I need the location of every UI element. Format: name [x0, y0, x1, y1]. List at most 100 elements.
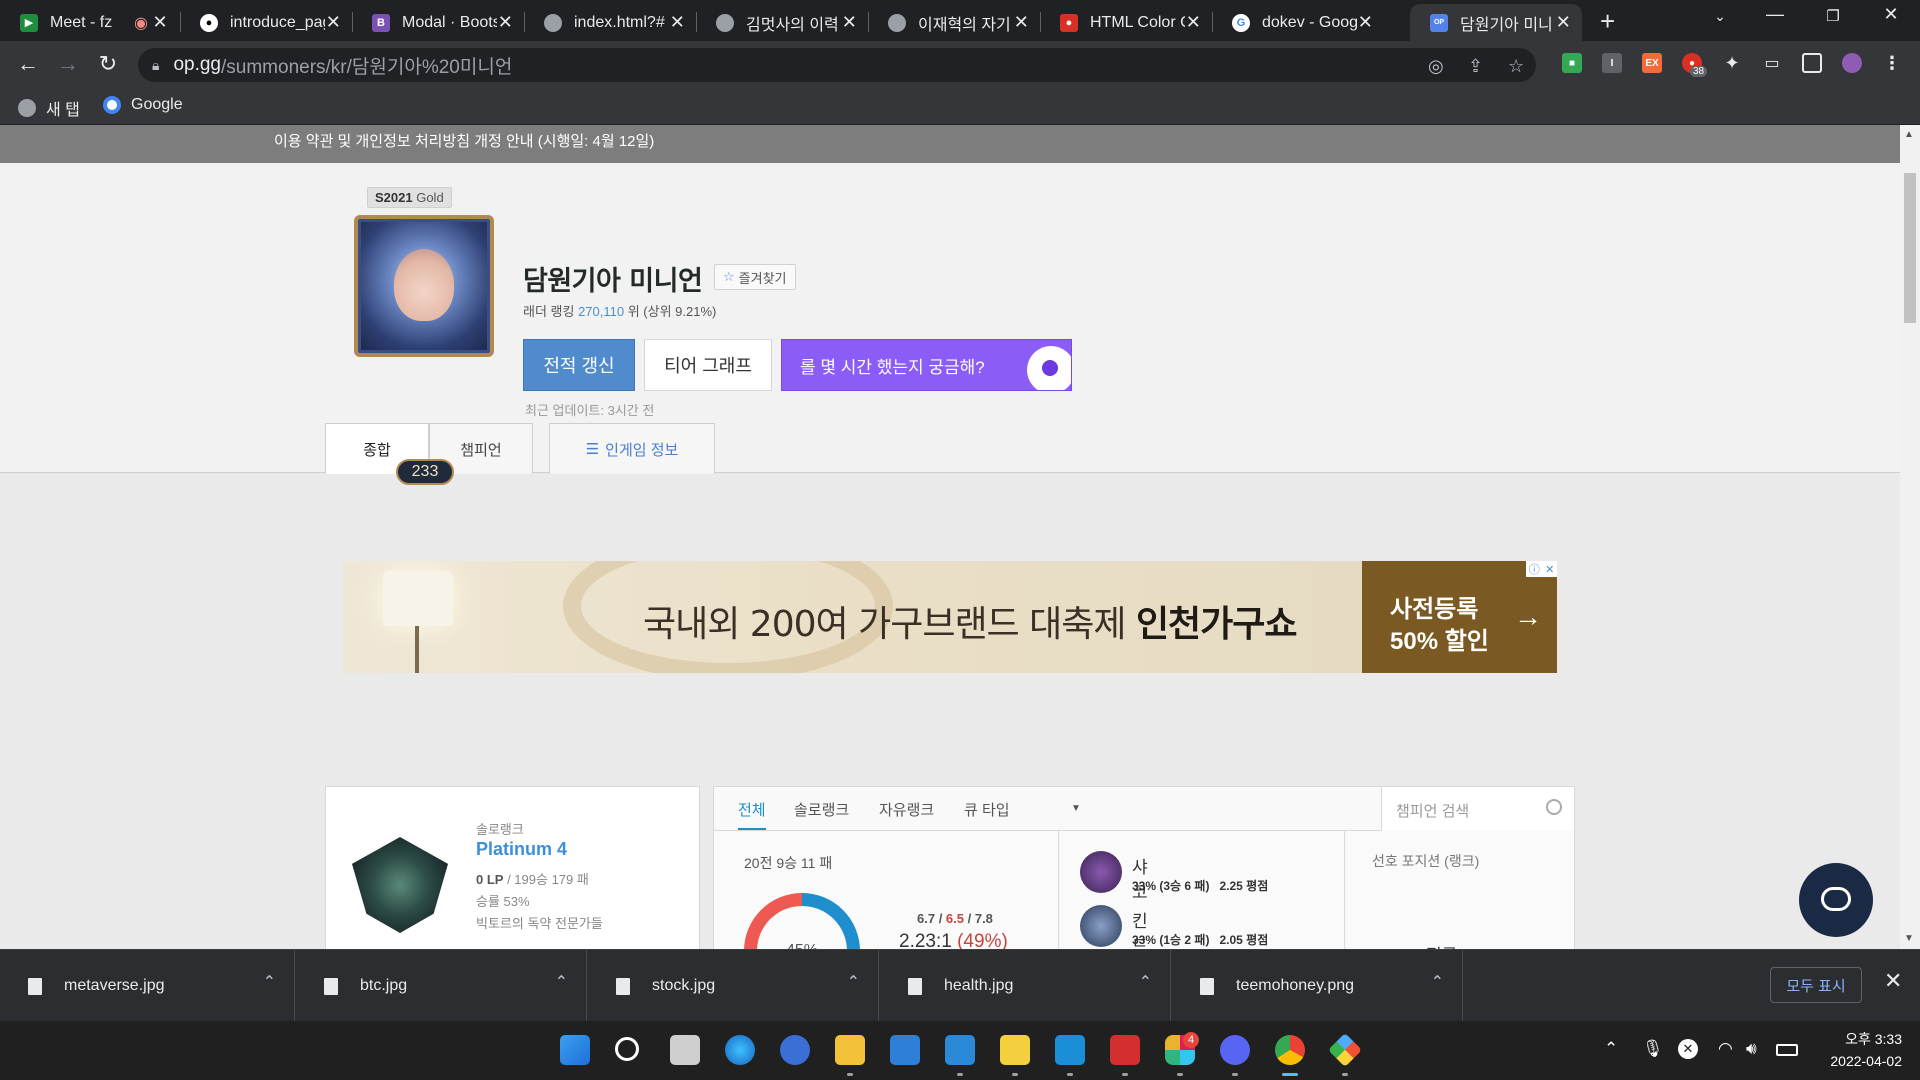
sticky-notes-icon[interactable]: [1000, 1035, 1030, 1065]
close-tab-icon[interactable]: ✕: [150, 12, 170, 33]
browser-tab[interactable]: 김멋사의 이력 ✕: [696, 4, 868, 41]
chevron-up-icon[interactable]: ⌃: [1139, 972, 1152, 992]
browser-tab[interactable]: index.html?# ✕: [524, 4, 696, 41]
bookmark-star-icon[interactable]: ☆: [1508, 56, 1524, 77]
windows-start-icon[interactable]: [560, 1035, 590, 1065]
discord-icon[interactable]: [1220, 1035, 1250, 1065]
solo-rank-card: 솔로랭크 Platinum 4 0 LP / 199승 179 패 승률 53%…: [325, 786, 700, 949]
acrobat-icon[interactable]: [1110, 1035, 1140, 1065]
side-panel-icon[interactable]: [1802, 53, 1822, 73]
browser-tab[interactable]: B Modal · Boots ✕: [352, 4, 524, 41]
chat-button[interactable]: [1799, 863, 1873, 937]
browser-tab[interactable]: ● introduce_pag ✕: [180, 4, 352, 41]
close-tab-icon[interactable]: ✕: [1185, 12, 1203, 33]
github-icon: ●: [200, 13, 218, 32]
battery-icon[interactable]: [1776, 1044, 1798, 1056]
tab-title: index.html?#: [574, 13, 665, 31]
volume-icon[interactable]: 🔊︎: [1746, 1039, 1757, 1059]
close-tab-icon[interactable]: ✕: [325, 12, 343, 33]
eye-off-icon[interactable]: ◎: [1428, 56, 1444, 77]
download-item[interactable]: teemohoney.png ⌃: [1172, 950, 1463, 1022]
close-circle-icon[interactable]: ✕: [1678, 1039, 1698, 1059]
back-icon[interactable]: ←: [14, 51, 42, 77]
ad-close-icon[interactable]: ✕: [1545, 563, 1554, 576]
champion-search-input[interactable]: 챔피언 검색: [1381, 787, 1574, 831]
profile-avatar-icon[interactable]: [1842, 53, 1862, 73]
tier-graph-button[interactable]: 티어 그래프: [644, 339, 772, 391]
puzzle-icon[interactable]: ✦: [1722, 53, 1742, 73]
ad-info-icon[interactable]: ⓘ: [1529, 561, 1540, 577]
tab-solo-rank[interactable]: 솔로랭크: [794, 799, 849, 820]
more-menu-icon[interactable]: ⋮: [1882, 53, 1902, 73]
wifi-icon[interactable]: ◠: [1718, 1039, 1733, 1059]
ad-cta[interactable]: 사전등록 50% 할인 →: [1362, 561, 1557, 673]
cast-icon[interactable]: ▭: [1762, 53, 1782, 73]
close-downloads-icon[interactable]: ✕: [1884, 968, 1902, 994]
close-tab-icon[interactable]: ✕: [497, 12, 515, 33]
chrome-icon[interactable]: [1275, 1035, 1305, 1065]
chevron-up-icon[interactable]: ⌃: [555, 972, 568, 992]
new-tab-icon[interactable]: +: [1600, 6, 1615, 37]
close-tab-icon[interactable]: ✕: [841, 12, 859, 33]
download-item[interactable]: metaverse.jpg ⌃: [0, 950, 295, 1022]
restore-icon[interactable]: ❐: [1818, 7, 1848, 25]
page-scrollbar[interactable]: ▲ ▼: [1900, 125, 1920, 949]
ladder-rank-value[interactable]: 270,110: [578, 304, 624, 319]
search-icon[interactable]: [615, 1037, 639, 1061]
scroll-thumb[interactable]: [1904, 173, 1916, 323]
download-item[interactable]: health.jpg ⌃: [880, 950, 1171, 1022]
playtime-promo-button[interactable]: 롤 몇 시간 했는지 궁금해?: [781, 339, 1072, 391]
browser-tab[interactable]: G dokev - Goog ✕: [1212, 4, 1384, 41]
bookmark-item[interactable]: Google: [103, 96, 183, 114]
edge-icon[interactable]: [725, 1035, 755, 1065]
extension-icon[interactable]: I: [1602, 53, 1622, 73]
favorite-button[interactable]: ☆ 즐겨찾기: [714, 264, 796, 290]
system-clock[interactable]: 오후 3:33 2022-04-02: [1818, 1028, 1902, 1072]
extension-icon[interactable]: EX: [1642, 53, 1662, 73]
bookmark-item[interactable]: 새 탭: [18, 96, 80, 120]
microphone-icon[interactable]: 🎙︎: [1642, 1039, 1664, 1059]
scroll-up-icon[interactable]: ▲: [1904, 129, 1914, 140]
refresh-button[interactable]: 전적 갱신: [523, 339, 635, 391]
queue-type-select[interactable]: 큐 타입: [964, 799, 1010, 820]
vscode-icon[interactable]: [945, 1035, 975, 1065]
store-icon[interactable]: [1055, 1035, 1085, 1065]
mail-icon[interactable]: [890, 1035, 920, 1065]
close-tab-icon[interactable]: ✕: [669, 12, 687, 33]
chevron-up-icon[interactable]: ⌃: [263, 972, 276, 992]
app-icon[interactable]: [780, 1035, 810, 1065]
close-tab-icon[interactable]: ✕: [1357, 12, 1375, 33]
minimize-icon[interactable]: —: [1760, 4, 1790, 25]
git-icon[interactable]: [1328, 1033, 1362, 1067]
tab-all[interactable]: 전체: [738, 799, 766, 830]
tab-ingame[interactable]: ☰ 인게임 정보: [549, 423, 715, 474]
file-explorer-icon[interactable]: [835, 1035, 865, 1065]
ad-banner[interactable]: 국내외 200여 가구브랜드 대축제 인천가구쇼 사전등록 50% 할인 → ⓘ…: [343, 561, 1557, 673]
download-item[interactable]: stock.jpg ⌃: [588, 950, 879, 1022]
close-window-icon[interactable]: ✕: [1876, 4, 1906, 25]
browser-tab[interactable]: ▶ Meet - fz ◉ ✕: [0, 4, 180, 41]
tab-flex-rank[interactable]: 자유랭크: [879, 799, 934, 820]
close-tab-icon[interactable]: ✕: [1555, 12, 1573, 33]
chevron-up-icon[interactable]: ⌃: [847, 972, 860, 992]
scroll-down-icon[interactable]: ▼: [1904, 933, 1914, 944]
forward-icon[interactable]: →: [54, 51, 82, 77]
notice-banner[interactable]: 이용 약관 및 개인정보 처리방침 개정 안내 (시행일: 4월 12일): [0, 125, 1900, 163]
browser-tab-active[interactable]: OP 담원기아 미니 ✕: [1410, 4, 1582, 41]
search-icon[interactable]: [1546, 799, 1562, 815]
browser-tab[interactable]: 이재혁의 자기 ✕: [868, 4, 1040, 41]
chevron-up-icon[interactable]: ⌃: [1604, 1039, 1618, 1059]
browser-tab[interactable]: ● HTML Color C ✕: [1040, 4, 1212, 41]
reload-icon[interactable]: ↻: [94, 51, 122, 77]
share-icon[interactable]: ⇪: [1468, 56, 1483, 77]
chevron-up-icon[interactable]: ⌃: [1431, 972, 1444, 992]
tab-search-icon[interactable]: ⌄: [1705, 8, 1735, 25]
task-view-icon[interactable]: [670, 1035, 700, 1065]
rank-tier: Platinum 4: [476, 839, 568, 859]
show-all-downloads-button[interactable]: 모두 표시: [1770, 967, 1862, 1003]
download-item[interactable]: btc.jpg ⌃: [296, 950, 587, 1022]
address-bar[interactable]: 🔒︎ op.gg/summoners/kr/담원기아%20미니언 ◎ ⇪ ☆: [138, 48, 1536, 82]
chevron-down-icon[interactable]: ▼: [1071, 803, 1081, 814]
close-tab-icon[interactable]: ✕: [1013, 12, 1031, 33]
extension-icon[interactable]: ■: [1562, 53, 1582, 73]
